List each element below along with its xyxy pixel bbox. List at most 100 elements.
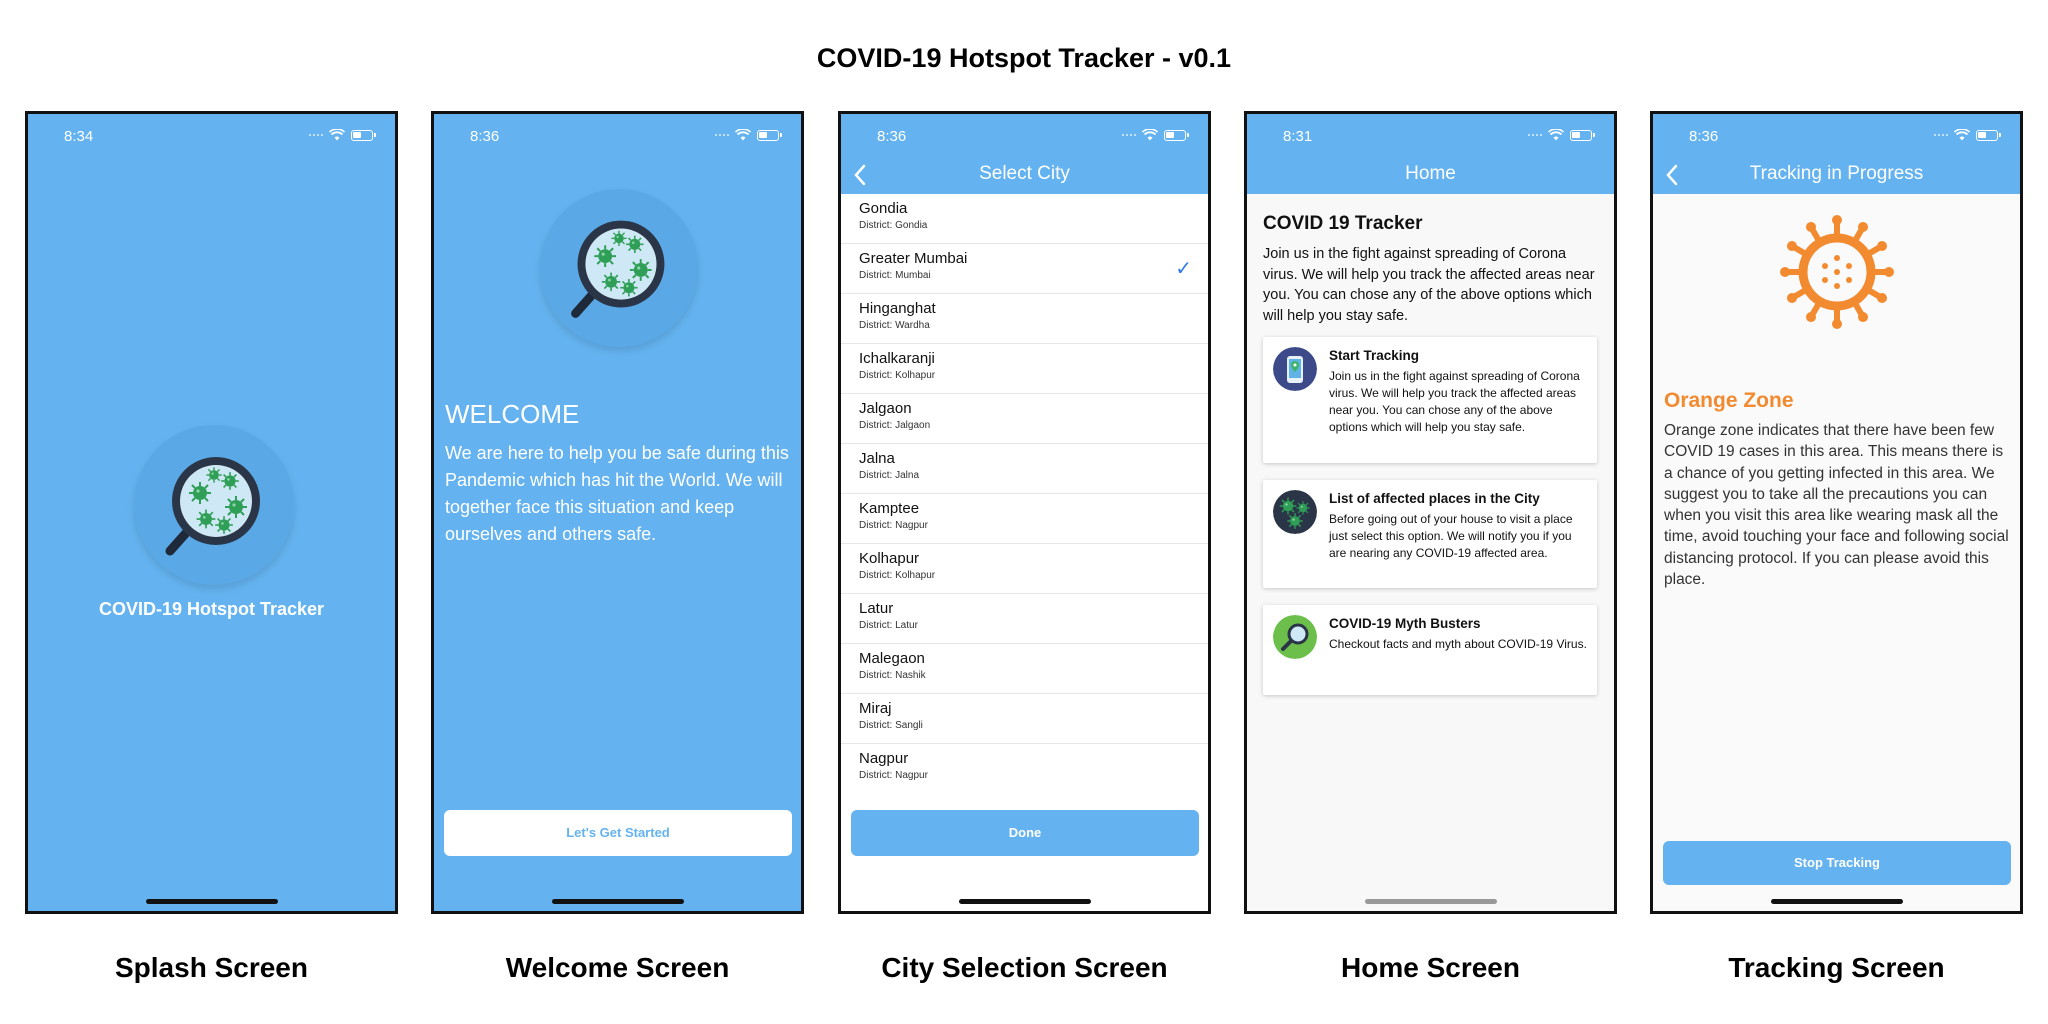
city-name: Kolhapur [859, 550, 920, 567]
stop-tracking-button[interactable]: Stop Tracking [1663, 841, 2011, 885]
city-name: Malegaon [859, 650, 925, 667]
city-row[interactable]: Latur District: Latur [841, 594, 1208, 644]
status-bar: 8:36 [434, 114, 801, 154]
card-title: Start Tracking [1329, 348, 1420, 363]
city-district: District: Jalgaon [859, 420, 931, 431]
city-selection-screen: 8:36 Select City Gondia District: Gondia G… [838, 111, 1211, 914]
zone-description: Orange zone indicates that there have be… [1664, 422, 2009, 589]
battery-icon [1164, 129, 1189, 141]
city-row[interactable]: Jalna District: Jalna [841, 444, 1208, 494]
myth-busters-card[interactable]: COVID-19 Myth Busters Checkout facts and… [1263, 605, 1597, 695]
battery-icon [1976, 129, 2001, 141]
home-indicator[interactable] [1365, 899, 1497, 904]
battery-icon [1570, 129, 1595, 141]
city-district: District: Nagpur [859, 520, 928, 531]
home-intro: Join us in the fight against spreading o… [1263, 246, 1595, 324]
zone-heading: Orange Zone [1664, 389, 1794, 412]
welcome-screen-label: Welcome Screen [505, 952, 730, 983]
virus-cluster-icon [1273, 490, 1317, 534]
tracking-screen: 8:36 Tracking in Progress Orange Zone Or… [1650, 111, 2023, 914]
nav-title: Home [1405, 163, 1456, 184]
city-name: Greater Mumbai [859, 250, 968, 267]
get-started-button[interactable]: Let's Get Started [444, 810, 792, 856]
tracking-content: Orange Zone Orange zone indicates that t… [1653, 194, 2020, 911]
nav-bar: Select City [841, 154, 1208, 194]
city-row[interactable]: Kolhapur District: Kolhapur [841, 544, 1208, 594]
city-name: Gondia [859, 200, 908, 217]
affected-places-card[interactable]: List of affected places in the City Befo… [1263, 480, 1597, 588]
status-icons [1528, 129, 1595, 141]
wifi-icon [1954, 129, 1970, 141]
done-button[interactable]: Done [851, 810, 1199, 856]
welcome-screen: 8:36 WELCOME We are here to help you be … [431, 111, 804, 914]
city-name: Jalgaon [859, 400, 912, 417]
signal-icon [309, 134, 323, 136]
city-district: District: Sangli [859, 720, 923, 731]
battery-icon [351, 129, 376, 141]
city-district: District: Nashik [859, 670, 926, 681]
home-indicator[interactable] [552, 899, 684, 904]
home-content: COVID 19 Tracker Join us in the fight ag… [1247, 194, 1614, 911]
nav-bar: Home [1247, 154, 1614, 194]
nav-title: Tracking in Progress [1749, 163, 1924, 184]
city-name: Hinganghat [859, 300, 936, 317]
status-bar: 8:31 [1247, 114, 1614, 154]
splash-screen-label: Splash Screen [115, 952, 308, 983]
city-district: District: Mumbai [859, 270, 931, 281]
app-logo [134, 425, 294, 585]
home-heading: COVID 19 Tracker [1263, 213, 1423, 234]
orange-virus-icon [1780, 215, 1894, 329]
city-name: Latur [859, 600, 894, 617]
status-bar: 8:36 [1653, 114, 2020, 154]
signal-icon [1122, 134, 1136, 136]
city-district: District: Nagpur [859, 770, 928, 781]
status-time: 8:34 [64, 128, 94, 145]
city-name: Miraj [859, 700, 892, 717]
status-icons [1934, 129, 2001, 141]
city-district: District: Kolhapur [859, 370, 936, 381]
nav-title: Select City [979, 163, 1070, 184]
status-time: 8:36 [877, 128, 907, 145]
welcome-heading: WELCOME [445, 399, 580, 429]
city-row[interactable]: Miraj District: Sangli [841, 694, 1208, 744]
page-title: COVID-19 Hotspot Tracker - v0.1 [816, 43, 1232, 73]
status-icons [1122, 129, 1189, 141]
city-name: Kamptee [859, 500, 920, 517]
home-indicator[interactable] [146, 899, 278, 904]
card-description: Join us in the fight against spreading o… [1329, 369, 1580, 434]
city-row[interactable]: Nagpur District: Nagpur [841, 744, 1208, 784]
city-name: Jalna [859, 450, 895, 467]
tracking-screen-label: Tracking Screen [1728, 952, 1945, 983]
wifi-icon [735, 129, 751, 141]
status-bar: 8:34 [28, 114, 395, 154]
app-logo [540, 189, 698, 347]
city-name: Ichalkaranji [859, 350, 935, 367]
nav-bar: Tracking in Progress [1653, 154, 2020, 194]
city-district: District: Jalna [859, 470, 920, 481]
city-list[interactable]: Gondia District: Gondia Greater Mumbai Dist… [841, 194, 1208, 784]
wifi-icon [1548, 129, 1564, 141]
city-row[interactable]: Greater Mumbai District: Mumbai ✓ [841, 244, 1208, 294]
card-description: Checkout facts and myth about COVID-19 V… [1329, 637, 1587, 651]
app-name: COVID-19 Hotspot Tracker [98, 599, 325, 619]
signal-icon [1528, 134, 1542, 136]
city-district: District: Kolhapur [859, 570, 936, 581]
home-indicator[interactable] [959, 899, 1091, 904]
home-screen: 8:31 Home COVID 19 Tracker Join us in th… [1244, 111, 1617, 914]
city-row[interactable]: Malegaon District: Nashik [841, 644, 1208, 694]
status-bar: 8:36 [841, 114, 1208, 154]
start-tracking-card[interactable]: Start Tracking Join us in the fight agai… [1263, 337, 1597, 463]
status-time: 8:36 [470, 128, 500, 145]
magnifier-icon [1273, 615, 1317, 659]
city-row[interactable]: Ichalkaranji District: Kolhapur [841, 344, 1208, 394]
home-indicator[interactable] [1771, 899, 1903, 904]
city-row[interactable]: Gondia District: Gondia [841, 194, 1208, 244]
city-row[interactable]: Jalgaon District: Jalgaon [841, 394, 1208, 444]
wifi-icon [1142, 129, 1158, 141]
phone-location-icon [1273, 347, 1317, 391]
home-screen-label: Home Screen [1341, 952, 1520, 983]
city-row[interactable]: Kamptee District: Nagpur [841, 494, 1208, 544]
magnifier-virus-icon [134, 425, 294, 585]
magnifier-virus-icon [540, 189, 698, 347]
city-row[interactable]: Hinganghat District: Wardha [841, 294, 1208, 344]
